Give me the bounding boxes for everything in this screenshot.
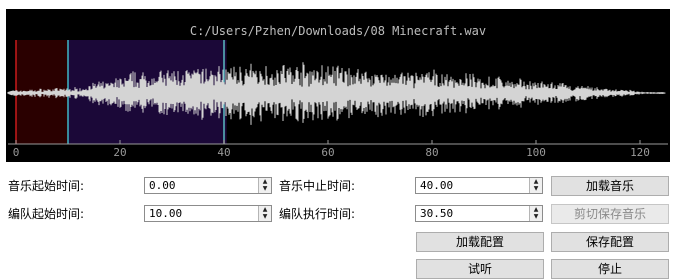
- spin-down-icon[interactable]: ▼: [530, 185, 542, 192]
- time-axis-tick-label: 60: [321, 146, 334, 159]
- waveform-canvas[interactable]: 020406080100120140160180200220240 C:/Use…: [6, 9, 670, 162]
- formation-exec-value[interactable]: 30.50: [420, 207, 453, 221]
- formation-start-stepper[interactable]: ▲ ▼: [258, 206, 271, 221]
- time-axis-tick-label: 40: [217, 146, 230, 159]
- spin-down-icon[interactable]: ▼: [530, 213, 542, 220]
- formation-exec-label: 编队执行时间:: [279, 207, 356, 221]
- music-start-label: 音乐起始时间:: [8, 179, 85, 193]
- load-music-button[interactable]: 加载音乐: [551, 176, 669, 196]
- stop-button[interactable]: 停止: [551, 259, 669, 279]
- time-axis-tick-label: 0: [13, 146, 20, 159]
- music-end-stepper[interactable]: ▲ ▼: [529, 178, 542, 193]
- formation-start-value[interactable]: 10.00: [149, 207, 182, 221]
- formation-start-spinbox[interactable]: 10.00 ▲ ▼: [144, 205, 272, 222]
- music-start-value[interactable]: 0.00: [149, 179, 176, 193]
- time-axis-tick-label: 100: [526, 146, 546, 159]
- music-start-spinbox[interactable]: 0.00 ▲ ▼: [144, 177, 272, 194]
- time-axis-tick-label: 80: [425, 146, 438, 159]
- file-path-title: C:/Users/Pzhen/Downloads/08 Minecraft.wa…: [190, 24, 486, 38]
- audition-button[interactable]: 试听: [416, 259, 544, 279]
- time-axis-tick-label: 20: [113, 146, 126, 159]
- music-end-label: 音乐中止时间:: [279, 179, 356, 193]
- load-config-button[interactable]: 加载配置: [416, 232, 544, 252]
- spin-up-icon[interactable]: ▲: [259, 178, 271, 185]
- formation-start-label: 编队起始时间:: [8, 207, 85, 221]
- formation-exec-stepper[interactable]: ▲ ▼: [529, 206, 542, 221]
- music-end-spinbox[interactable]: 40.00 ▲ ▼: [415, 177, 543, 194]
- spin-down-icon[interactable]: ▼: [259, 213, 271, 220]
- music-end-value[interactable]: 40.00: [420, 179, 453, 193]
- spin-up-icon[interactable]: ▲: [530, 178, 542, 185]
- formation-exec-spinbox[interactable]: 30.50 ▲ ▼: [415, 205, 543, 222]
- waveform-panel[interactable]: 020406080100120140160180200220240 C:/Use…: [6, 9, 670, 162]
- spin-up-icon[interactable]: ▲: [259, 206, 271, 213]
- cut-save-music-button[interactable]: 剪切保存音乐: [551, 204, 669, 224]
- music-start-stepper[interactable]: ▲ ▼: [258, 178, 271, 193]
- time-axis-tick-label: 120: [630, 146, 650, 159]
- spin-up-icon[interactable]: ▲: [530, 206, 542, 213]
- save-config-button[interactable]: 保存配置: [551, 232, 669, 252]
- spin-down-icon[interactable]: ▼: [259, 185, 271, 192]
